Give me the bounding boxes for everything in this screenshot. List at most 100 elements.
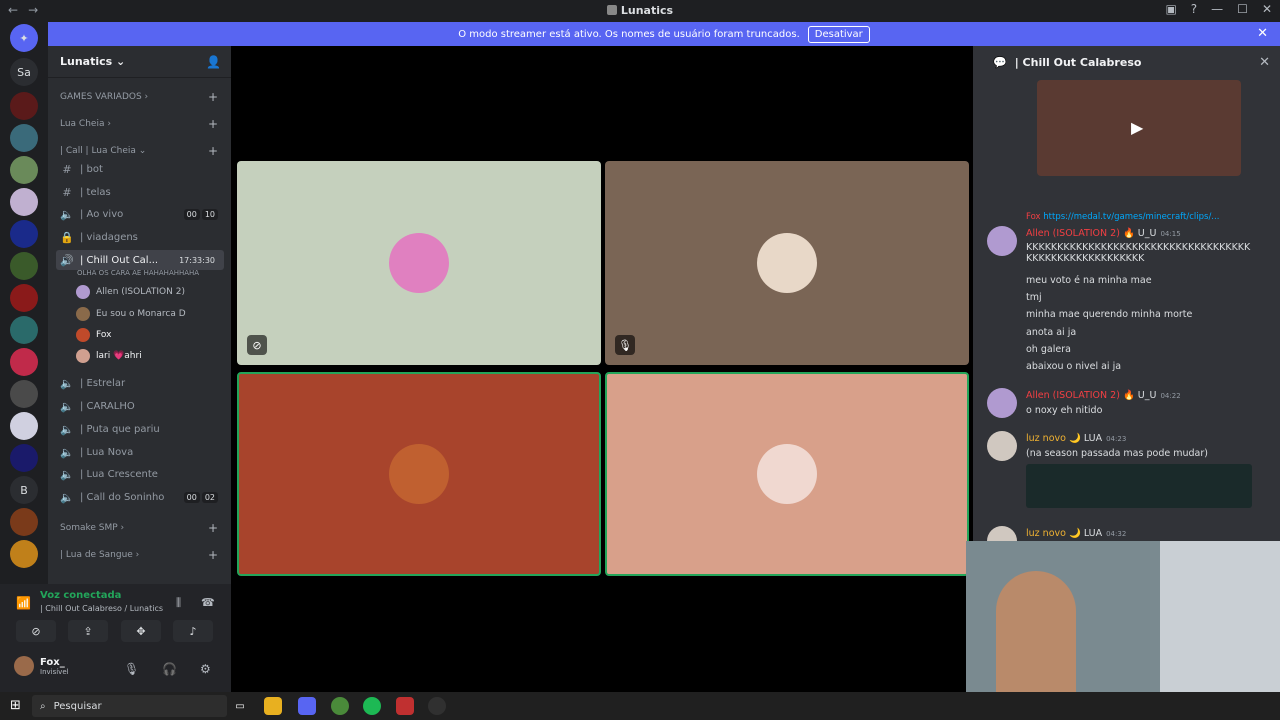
close-window-button[interactable]: ✕ bbox=[1262, 2, 1272, 16]
message-author[interactable]: luz novo bbox=[1026, 528, 1066, 539]
message-text: o noxy eh nitido bbox=[1026, 405, 1103, 416]
speaker-icon: 🔈 bbox=[60, 376, 74, 390]
user-panel[interactable]: Fox_ Invisível bbox=[14, 656, 69, 676]
message-author[interactable]: Allen (ISOLATION 2) bbox=[1026, 228, 1120, 239]
discord-taskbar-icon[interactable] bbox=[298, 697, 316, 715]
disconnect-icon[interactable]: ☎ bbox=[201, 596, 215, 609]
server-icon-4[interactable] bbox=[10, 188, 38, 216]
obs-icon[interactable] bbox=[428, 697, 446, 715]
microphone-icon[interactable]: 🎙 bbox=[124, 662, 139, 676]
add-channel-icon[interactable]: + bbox=[208, 144, 218, 158]
server-b-label: B bbox=[20, 483, 28, 497]
server-sa[interactable]: Sa bbox=[10, 58, 38, 86]
server-icon-7[interactable] bbox=[10, 284, 38, 312]
channel-lua-nova[interactable]: 🔈 | Lua Nova bbox=[56, 442, 224, 462]
category-games-variados[interactable]: GAMES VARIADOS › + bbox=[60, 90, 218, 104]
category-call-lua-cheia[interactable]: | Call | Lua Cheia ⌄ + bbox=[60, 144, 218, 158]
channel-estrelar[interactable]: 🔈 | Estrelar bbox=[56, 373, 224, 393]
participant-tile[interactable]: ⊘ bbox=[237, 161, 601, 365]
channel-ao-vivo[interactable]: 🔈 | Ao vivo 00 10 bbox=[56, 204, 224, 224]
voice-location[interactable]: | Chill Out Calabreso / Lunatics bbox=[40, 604, 163, 613]
participant-tile[interactable] bbox=[237, 372, 601, 576]
avatar[interactable] bbox=[987, 226, 1017, 256]
server-icon-11[interactable] bbox=[10, 412, 38, 440]
voice-member[interactable]: Fox bbox=[76, 326, 226, 344]
server-b[interactable]: B bbox=[10, 476, 38, 504]
add-channel-icon[interactable]: + bbox=[208, 117, 218, 131]
settings-gear-icon[interactable]: ⚙ bbox=[200, 662, 211, 676]
message-author[interactable]: luz novo bbox=[1026, 433, 1066, 444]
avatar bbox=[76, 285, 90, 299]
server-icon-1[interactable] bbox=[10, 92, 38, 120]
avatar[interactable] bbox=[987, 388, 1017, 418]
category-lua-de-sangue[interactable]: | Lua de Sangue › + bbox=[60, 548, 218, 562]
voice-member[interactable]: Eu sou o Monarca D bbox=[76, 305, 226, 323]
server-icon-10[interactable] bbox=[10, 380, 38, 408]
server-icon-6[interactable] bbox=[10, 252, 38, 280]
screen-share-button[interactable]: ⇪ bbox=[68, 620, 108, 642]
voice-member[interactable]: Allen (ISOLATION 2) bbox=[76, 283, 226, 301]
server-icon-14[interactable] bbox=[10, 540, 38, 568]
chrome-icon[interactable] bbox=[331, 697, 349, 715]
inbox-icon[interactable]: ▣ bbox=[1165, 2, 1176, 16]
channel-label: | Lua Nova bbox=[80, 446, 134, 458]
noise-suppression-icon[interactable]: ⫼ bbox=[176, 596, 181, 610]
close-icon[interactable]: ✕ bbox=[1259, 55, 1270, 70]
text-channel-icon: # bbox=[62, 185, 72, 199]
play-icon[interactable]: ▶ bbox=[1131, 118, 1143, 137]
server-icon-2[interactable] bbox=[10, 124, 38, 152]
avatar bbox=[14, 656, 34, 676]
speaker-icon: 🔊 bbox=[60, 253, 74, 267]
camera-off-button[interactable]: ⊘ bbox=[16, 620, 56, 642]
channel-call-do-soninho[interactable]: 🔈 | Call do Soninho 00 02 bbox=[56, 487, 224, 507]
add-channel-icon[interactable]: + bbox=[208, 521, 218, 535]
server-icon-5[interactable] bbox=[10, 220, 38, 248]
image-attachment[interactable] bbox=[1026, 464, 1252, 508]
participant-tile[interactable] bbox=[605, 372, 969, 576]
chat-title: | Chill Out Calabreso bbox=[1014, 55, 1142, 69]
disable-streamer-mode-button[interactable]: Desativar bbox=[807, 25, 870, 43]
category-somake-smp[interactable]: Somake SMP › + bbox=[60, 521, 218, 535]
add-member-icon[interactable]: 👤 bbox=[206, 55, 221, 69]
channel-lua-crescente[interactable]: 🔈 | Lua Crescente bbox=[56, 464, 224, 484]
add-channel-icon[interactable]: + bbox=[208, 90, 218, 104]
soundboard-button[interactable]: ♪ bbox=[173, 620, 213, 642]
message-author[interactable]: Allen (ISOLATION 2) bbox=[1026, 390, 1120, 401]
channel-chill-out-calabreso[interactable]: 🔊 | Chill Out Cal... 17:33:30 bbox=[56, 250, 224, 270]
reply-reference[interactable]: Fox https://medal.tv/games/minecraft/cli… bbox=[1026, 212, 1256, 222]
channel-bot[interactable]: # | bot bbox=[56, 159, 224, 179]
taskbar-search[interactable]: ⌕ Pesquisar bbox=[32, 695, 227, 717]
voice-member[interactable]: lari 💗ahri bbox=[76, 347, 226, 365]
server-icon-9[interactable] bbox=[10, 348, 38, 376]
spotify-icon[interactable] bbox=[363, 697, 381, 715]
minimize-button[interactable]: — bbox=[1211, 2, 1223, 16]
server-icon-8[interactable] bbox=[10, 316, 38, 344]
help-icon[interactable]: ? bbox=[1191, 2, 1197, 16]
signal-icon[interactable]: 📶 bbox=[16, 596, 31, 610]
add-channel-icon[interactable]: + bbox=[208, 548, 218, 562]
file-explorer-icon[interactable] bbox=[264, 697, 282, 715]
participant-tile[interactable]: 🎙 bbox=[605, 161, 969, 365]
maximize-button[interactable]: ☐ bbox=[1237, 2, 1248, 16]
channel-viadagens[interactable]: 🔒 | viadagens bbox=[56, 227, 224, 247]
close-icon[interactable]: ✕ bbox=[1257, 26, 1268, 41]
headphones-icon[interactable]: 🎧 bbox=[162, 662, 177, 676]
category-lua-cheia[interactable]: Lua Cheia › + bbox=[60, 117, 218, 131]
channel-telas[interactable]: # | telas bbox=[56, 182, 224, 202]
server-header[interactable]: Lunatics ⌄ 👤 bbox=[48, 46, 231, 78]
avatar[interactable] bbox=[987, 431, 1017, 461]
channel-caralho[interactable]: 🔈 | CARALHO bbox=[56, 396, 224, 416]
activities-button[interactable]: ✥ bbox=[121, 620, 161, 642]
role-tags: 🔥 U_U bbox=[1122, 390, 1157, 401]
app-icon[interactable] bbox=[396, 697, 414, 715]
video-embed[interactable]: ▶ bbox=[1037, 80, 1241, 176]
channel-puta-que-pariu[interactable]: 🔈 | Puta que pariu bbox=[56, 419, 224, 439]
task-view-icon[interactable]: ▭ bbox=[231, 697, 249, 715]
server-icon-3[interactable] bbox=[10, 156, 38, 184]
category-label: Lua Cheia › bbox=[60, 119, 111, 129]
server-icon-13[interactable] bbox=[10, 508, 38, 536]
windows-start-icon[interactable]: ⊞ bbox=[10, 698, 21, 713]
server-icon-12[interactable] bbox=[10, 444, 38, 472]
message-link[interactable]: https://medal.tv/games/minecraft/clips/.… bbox=[1043, 212, 1219, 222]
discord-home-icon[interactable]: ✦ bbox=[10, 24, 38, 52]
